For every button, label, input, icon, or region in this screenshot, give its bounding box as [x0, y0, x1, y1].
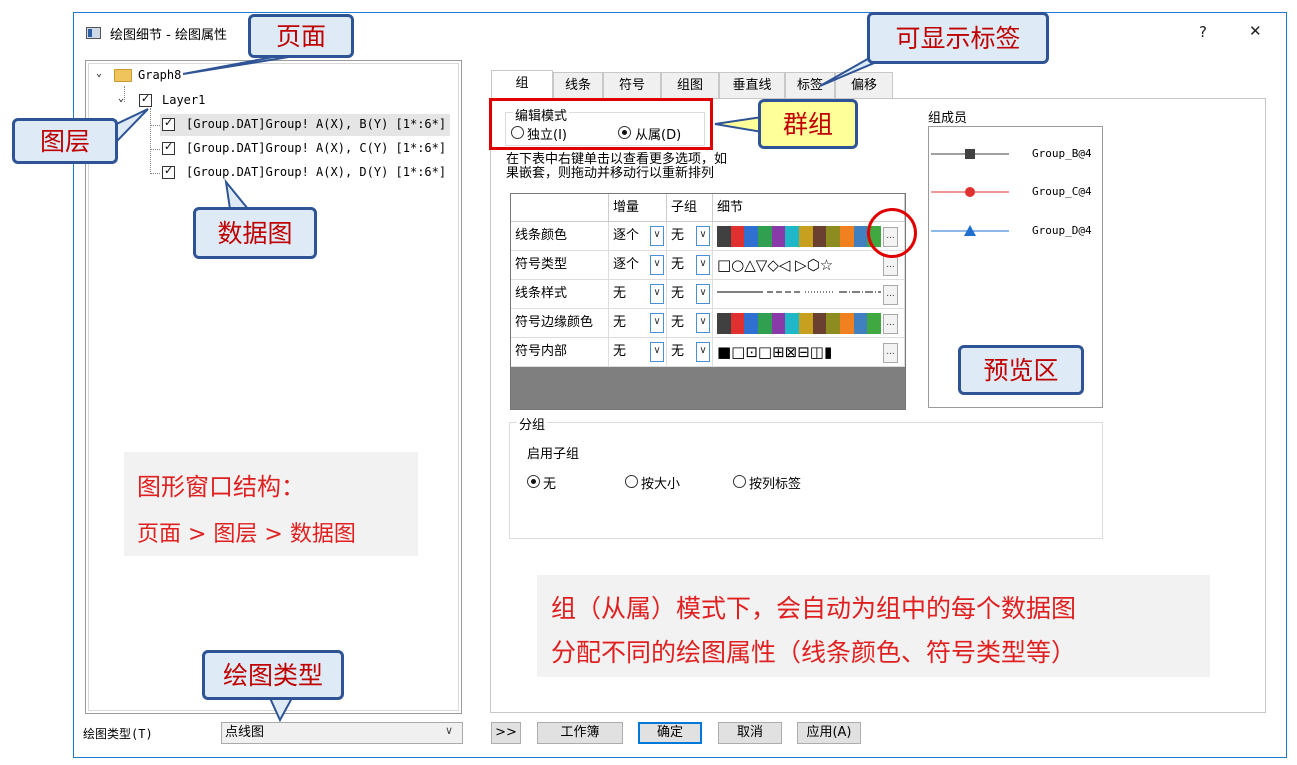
callout-group: 群组: [758, 99, 858, 149]
callout-page: 页面: [248, 14, 354, 58]
callout-plot-type: 绘图类型: [202, 650, 344, 700]
callout-pointers: [106, 51, 901, 723]
callout-layer: 图层: [12, 118, 118, 164]
callout-tabs: 可显示标签: [867, 12, 1049, 64]
callout-preview: 预览区: [958, 345, 1084, 395]
callout-data-plot: 数据图: [193, 207, 317, 259]
